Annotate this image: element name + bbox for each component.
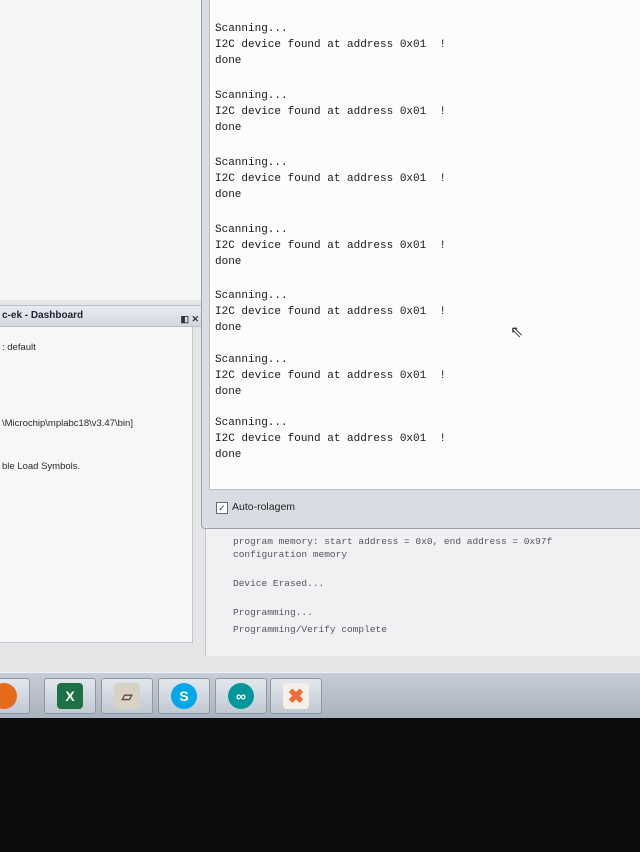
book-icon: ▱: [114, 683, 140, 709]
scan-result: I2C device found at address 0x01 !: [215, 240, 447, 252]
taskbar-arduino-button[interactable]: ∞: [215, 678, 267, 714]
scan-block: Scanning... I2C device found at address …: [215, 288, 446, 336]
scan-block: Scanning... I2C device found at address …: [215, 88, 446, 136]
scan-block: Scanning... I2C device found at address …: [215, 352, 446, 400]
firefox-icon: [0, 683, 17, 709]
scan-done: done: [215, 122, 242, 134]
dashboard-line-symbols: ble Load Symbols.: [2, 461, 81, 472]
output-line: Programming...: [233, 607, 313, 618]
dashboard-panel: : default \Microchip\mplabc18\v3.47\bin]…: [0, 327, 193, 643]
taskbar-excel-button[interactable]: X: [44, 678, 96, 714]
ide-left-pane: [0, 0, 206, 300]
scan-block: Scanning... I2C device found at address …: [215, 222, 446, 270]
skype-icon: S: [171, 683, 197, 709]
taskbar: X ▱ S ∞ ✖: [0, 672, 640, 718]
scan-block: Scanning... I2C device found at address …: [215, 21, 446, 69]
arduino-icon: ∞: [228, 683, 254, 709]
dashboard-line-config: : default: [2, 342, 36, 353]
output-line: program memory: start address = 0x0, end…: [233, 536, 553, 547]
scan-done: done: [215, 256, 242, 268]
autoscroll-label: Auto-rolagem: [232, 501, 296, 513]
scan-result: I2C device found at address 0x01 !: [215, 433, 447, 445]
scan-block: Scanning... I2C device found at address …: [215, 155, 446, 203]
scan-block: Scanning... I2C device found at address …: [215, 415, 446, 463]
dashboard-title: c-ek - Dashboard: [2, 310, 84, 321]
dashboard-header[interactable]: c-ek - Dashboard ◧ ✕: [0, 305, 205, 327]
dashboard-window-controls-icon[interactable]: ◧ ✕: [180, 309, 199, 329]
serial-output-area[interactable]: Scanning... I2C device found at address …: [209, 0, 640, 490]
scan-done: done: [215, 322, 242, 334]
scan-done: done: [215, 386, 242, 398]
scan-result: I2C device found at address 0x01 !: [215, 106, 447, 118]
scan-line: Scanning...: [215, 354, 288, 366]
scan-done: done: [215, 189, 242, 201]
scan-done: done: [215, 55, 242, 67]
scan-result: I2C device found at address 0x01 !: [215, 370, 447, 382]
scan-line: Scanning...: [215, 224, 288, 236]
scan-line: Scanning...: [215, 417, 288, 429]
output-line: configuration memory: [233, 549, 348, 560]
scan-line: Scanning...: [215, 290, 288, 302]
taskbar-xampp-button[interactable]: ✖: [270, 678, 322, 714]
ide-output-panel: program memory: start address = 0x0, end…: [205, 528, 640, 656]
excel-icon: X: [57, 683, 83, 709]
scan-line: Scanning...: [215, 90, 288, 102]
scan-line: Scanning...: [215, 157, 288, 169]
scan-line: Scanning...: [215, 23, 288, 35]
scan-done: done: [215, 449, 242, 461]
dashboard-line-toolsuite: \Microchip\mplabc18\v3.47\bin]: [2, 418, 133, 429]
scan-result: I2C device found at address 0x01 !: [215, 306, 447, 318]
taskbar-skype-button[interactable]: S: [158, 678, 210, 714]
output-line: Programming/Verify complete: [233, 624, 387, 635]
output-line: Device Erased...: [233, 578, 325, 589]
scan-result: I2C device found at address 0x01 !: [215, 39, 447, 51]
autoscroll-toggle[interactable]: ✓ Auto-rolagem: [216, 501, 295, 514]
autoscroll-checkbox[interactable]: ✓: [216, 502, 228, 514]
mouse-cursor-icon: ⇖: [510, 324, 524, 341]
taskbar-firefox-button[interactable]: [0, 678, 30, 714]
serial-monitor-window: Scanning... I2C device found at address …: [201, 0, 640, 529]
xampp-icon: ✖: [283, 683, 309, 709]
taskbar-book-button[interactable]: ▱: [101, 678, 153, 714]
scan-result: I2C device found at address 0x01 !: [215, 173, 447, 185]
screen: c-ek - Dashboard ◧ ✕ : default \Microchi…: [0, 0, 640, 718]
